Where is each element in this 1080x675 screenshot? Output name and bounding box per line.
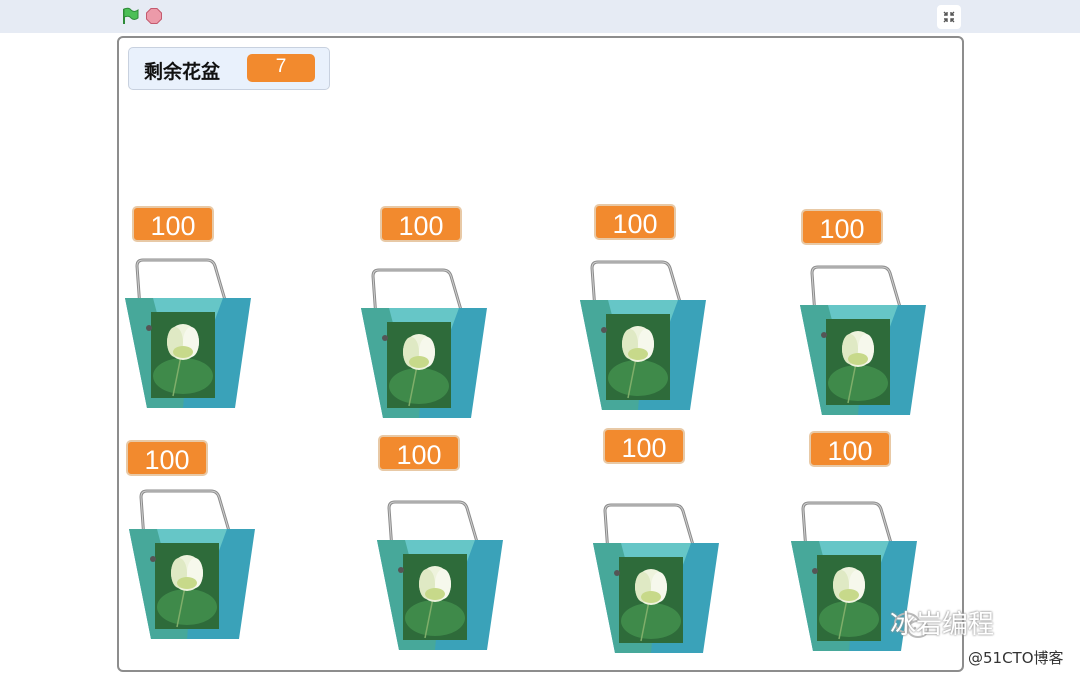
watermark-text: 冰岩编程 — [890, 610, 995, 640]
monitor-value: 7 — [247, 54, 315, 82]
speech-bubble: 100 — [801, 209, 883, 245]
flower-pot-sprite[interactable] — [798, 265, 928, 425]
exit-fullscreen-icon[interactable] — [937, 5, 961, 29]
stop-sign-icon[interactable] — [146, 8, 162, 24]
speech-bubble: 100 — [603, 428, 685, 464]
speech-bubble: 100 — [380, 206, 462, 242]
stage[interactable]: 剩余花盆 7 100 100 100 100 100 100 100 100 — [117, 36, 964, 672]
green-flag-icon[interactable] — [121, 7, 139, 25]
flower-pot-sprite[interactable] — [375, 500, 505, 660]
monitor-label: 剩余花盆 — [144, 61, 221, 83]
speech-bubble: 100 — [378, 435, 460, 471]
flower-pot-sprite[interactable] — [578, 260, 708, 420]
speech-bubble: 100 — [594, 204, 676, 240]
flower-pot-sprite[interactable] — [359, 268, 489, 428]
flower-pot-sprite[interactable] — [127, 489, 257, 649]
speech-bubble: 100 — [809, 431, 891, 467]
variable-monitor[interactable]: 剩余花盆 7 — [128, 47, 330, 90]
flower-pot-sprite[interactable] — [591, 503, 721, 663]
stage-toolbar — [0, 0, 1080, 33]
flower-pot-sprite[interactable] — [123, 258, 253, 418]
speech-bubble: 100 — [132, 206, 214, 242]
copyright-text: @51CTO博客 — [968, 649, 1064, 667]
speech-bubble: 100 — [126, 440, 208, 476]
